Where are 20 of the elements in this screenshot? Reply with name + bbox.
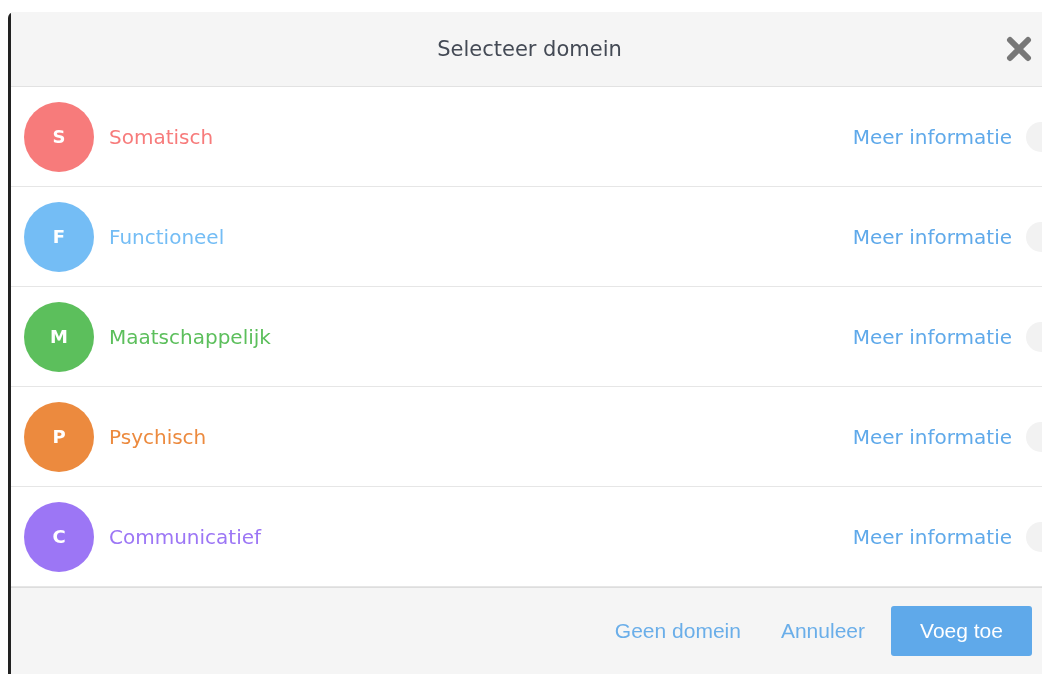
more-info-link[interactable]: Meer informatie — [852, 224, 1012, 249]
more-info-link[interactable]: Meer informatie — [852, 524, 1012, 549]
add-button[interactable]: Voeg toe — [891, 606, 1032, 656]
domain-avatar: M — [24, 301, 94, 372]
domain-name: Maatschappelijk — [109, 324, 272, 349]
domain-name: Psychisch — [109, 424, 208, 449]
more-info-link[interactable]: Meer informatie — [852, 124, 1012, 149]
link-button[interactable]: Geen domein — [600, 609, 755, 653]
domain-name: Somatisch — [109, 124, 215, 149]
more-info-link[interactable]: Meer informatie — [852, 324, 1012, 349]
link-button[interactable]: Annuleer — [766, 609, 879, 653]
domain-avatar: C — [24, 501, 94, 572]
domain-name: Communicatief — [109, 524, 263, 549]
dialog-title: Selecteer domein — [437, 37, 622, 61]
domain-avatar: P — [24, 401, 94, 472]
domain-avatar: S — [24, 101, 94, 172]
close-button[interactable] — [1004, 34, 1034, 64]
domain-name: Functioneel — [109, 224, 226, 249]
domain-avatar: F — [24, 201, 94, 272]
more-info-link[interactable]: Meer informatie — [852, 424, 1012, 449]
